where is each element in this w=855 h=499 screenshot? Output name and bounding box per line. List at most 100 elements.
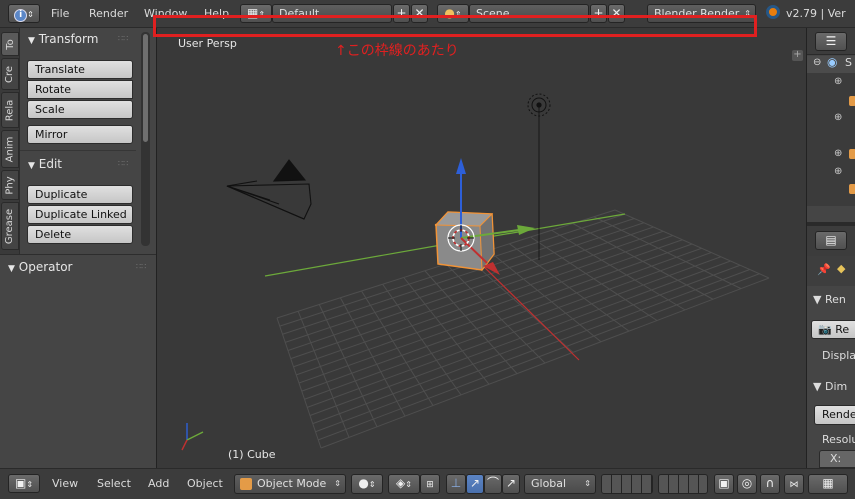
- snap-element-button[interactable]: ⋈: [784, 474, 804, 494]
- lock-layers-button[interactable]: ▣: [714, 474, 734, 494]
- scene-icon: ◉: [827, 55, 838, 69]
- magnet-icon: ∩: [765, 476, 775, 490]
- grid-line: [320, 277, 770, 449]
- expand-icon[interactable]: ⊕: [834, 76, 842, 87]
- tab-label: Cre: [4, 65, 16, 83]
- delete-button[interactable]: Delete: [27, 225, 133, 244]
- operator-panel-header[interactable]: ▼ Operator: [8, 260, 72, 274]
- add-region-icon[interactable]: +: [792, 50, 803, 61]
- editor-type-button[interactable]: i ⇕: [8, 4, 40, 23]
- viewport-shading-dropdown[interactable]: ●⇕: [351, 474, 383, 494]
- snap-element-icon: ⋈: [789, 480, 799, 490]
- layer-buttons-group-1[interactable]: [601, 474, 653, 494]
- translate-manipulator-button[interactable]: ↗: [466, 474, 484, 494]
- drag-handle-icon[interactable]: ∷∷: [136, 262, 146, 271]
- annotation-text: ↑この枠線のあたり: [335, 43, 459, 59]
- edit-panel-header[interactable]: ▼ Edit: [28, 157, 62, 171]
- proportional-edit-button[interactable]: ◎: [737, 474, 757, 494]
- panel-title: Ren: [824, 293, 846, 306]
- interaction-mode-dropdown[interactable]: Object Mode ⇕: [234, 474, 346, 494]
- menu-add[interactable]: Add: [148, 477, 169, 490]
- center-points-icon: ⊞: [426, 480, 434, 490]
- toolshelf-tabs: To Cre Rela Anim Phy Grease: [0, 28, 20, 254]
- duplicate-button[interactable]: Duplicate: [27, 185, 133, 204]
- operator-panel: ▼ Operator ∷∷: [0, 254, 156, 468]
- menu-select[interactable]: Select: [97, 477, 131, 490]
- button-label: Re: [835, 323, 850, 336]
- tab-animation[interactable]: Anim: [1, 130, 19, 168]
- display-label: Displa: [822, 349, 855, 362]
- properties-editor-type[interactable]: ▤: [815, 231, 847, 250]
- collapse-icon[interactable]: ⊖: [813, 57, 821, 68]
- transform-panel-header[interactable]: ▼ Transform: [28, 32, 98, 46]
- rotate-manipulator-button[interactable]: ⌒: [484, 474, 502, 494]
- menu-file[interactable]: File: [51, 7, 69, 20]
- properties-context-bar: 📌 ◆: [807, 256, 855, 286]
- object-mode-icon: [240, 478, 252, 490]
- tab-relations[interactable]: Rela: [1, 92, 19, 128]
- drag-handle-icon[interactable]: ∷∷: [118, 159, 128, 168]
- grid-line: [593, 216, 742, 290]
- menu-render[interactable]: Render: [89, 7, 128, 20]
- render-panel-header[interactable]: ▼ Ren: [813, 293, 846, 306]
- expand-icon[interactable]: ⊕: [834, 112, 842, 123]
- grid-line: [614, 209, 770, 279]
- tab-physics[interactable]: Phy: [1, 170, 19, 200]
- tab-create[interactable]: Cre: [1, 58, 19, 90]
- scrollbar-thumb[interactable]: [143, 34, 148, 142]
- drag-handle-icon[interactable]: ∷∷: [118, 34, 128, 43]
- mode-label: Object Mode: [257, 477, 327, 490]
- translate-button[interactable]: Translate: [27, 60, 133, 79]
- expand-icon[interactable]: ⊕: [834, 148, 842, 159]
- mirror-button[interactable]: Mirror: [27, 125, 133, 144]
- resolution-x-field[interactable]: X:: [819, 450, 855, 468]
- outliner-editor-type[interactable]: ☰: [815, 32, 847, 51]
- outliner-header: ☰: [807, 28, 855, 55]
- duplicate-linked-button[interactable]: Duplicate Linked: [27, 205, 133, 224]
- scale-manipulator-button[interactable]: ↗: [502, 474, 520, 494]
- layer-buttons-group-2[interactable]: [658, 474, 708, 494]
- transform-orientation-dropdown[interactable]: Global ⇕: [524, 474, 596, 494]
- snap-button[interactable]: ∩: [760, 474, 780, 494]
- render-presets-dropdown[interactable]: Render: [814, 405, 855, 425]
- pin-icon[interactable]: 📌: [817, 263, 831, 276]
- rotate-button[interactable]: Rotate: [27, 80, 133, 99]
- render-context-icon[interactable]: ◆: [837, 262, 845, 275]
- grid-line: [572, 223, 714, 300]
- tab-label: Anim: [4, 136, 16, 162]
- 3d-viewport[interactable]: User Persp ↑この枠線のあたり (1) Cube +: [156, 28, 805, 468]
- tab-label: Grease: [4, 208, 16, 244]
- tab-tools[interactable]: To: [1, 32, 19, 56]
- info-icon: i: [14, 9, 28, 22]
- pivot-point-dropdown[interactable]: ◈⇕: [388, 474, 420, 494]
- tab-grease-pencil[interactable]: Grease: [1, 202, 19, 250]
- viewport-canvas[interactable]: [157, 28, 805, 468]
- resolution-label: Resolu: [822, 433, 855, 446]
- y-axis-line: [264, 244, 442, 277]
- active-object-label: (1) Cube: [228, 448, 276, 461]
- tool-shelf: ▼ Transform ∷∷ Translate Rotate Scale Mi…: [20, 28, 156, 254]
- object-icon: [849, 149, 855, 159]
- dimensions-panel-header[interactable]: ▼ Dim: [813, 380, 847, 393]
- menu-object[interactable]: Object: [187, 477, 223, 490]
- menu-view[interactable]: View: [52, 477, 78, 490]
- render-preview-button[interactable]: ▦: [808, 474, 848, 494]
- outliner-tree: ⊖ ◉ S ⊕ ⊕ ⊕ ⊕: [807, 55, 855, 244]
- layers-icon: ▣: [718, 476, 730, 490]
- arc-icon: ⌒: [486, 476, 499, 490]
- chevron-updown-icon: ⇕: [584, 479, 591, 488]
- scale-button[interactable]: Scale: [27, 100, 133, 119]
- triangle-down-icon: ▼: [28, 36, 35, 46]
- view3d-editor-type[interactable]: ▣⇕: [8, 474, 40, 493]
- manipulator-toggle[interactable]: ⊥: [446, 474, 466, 494]
- manipulate-center-button[interactable]: ⊞: [420, 474, 440, 494]
- triangle-down-icon: ▼: [8, 264, 15, 274]
- render-icon: ▦: [822, 476, 834, 490]
- 3d-view-header: ▣⇕ View Select Add Object Object Mode ⇕ …: [0, 468, 855, 499]
- lamp-object: [527, 93, 551, 260]
- scrollbar-track[interactable]: [141, 32, 150, 246]
- render-button[interactable]: 📷 Re: [811, 320, 855, 339]
- panel-title: Edit: [38, 157, 62, 171]
- expand-icon[interactable]: ⊕: [834, 166, 842, 177]
- panel-title: Operator: [18, 260, 73, 274]
